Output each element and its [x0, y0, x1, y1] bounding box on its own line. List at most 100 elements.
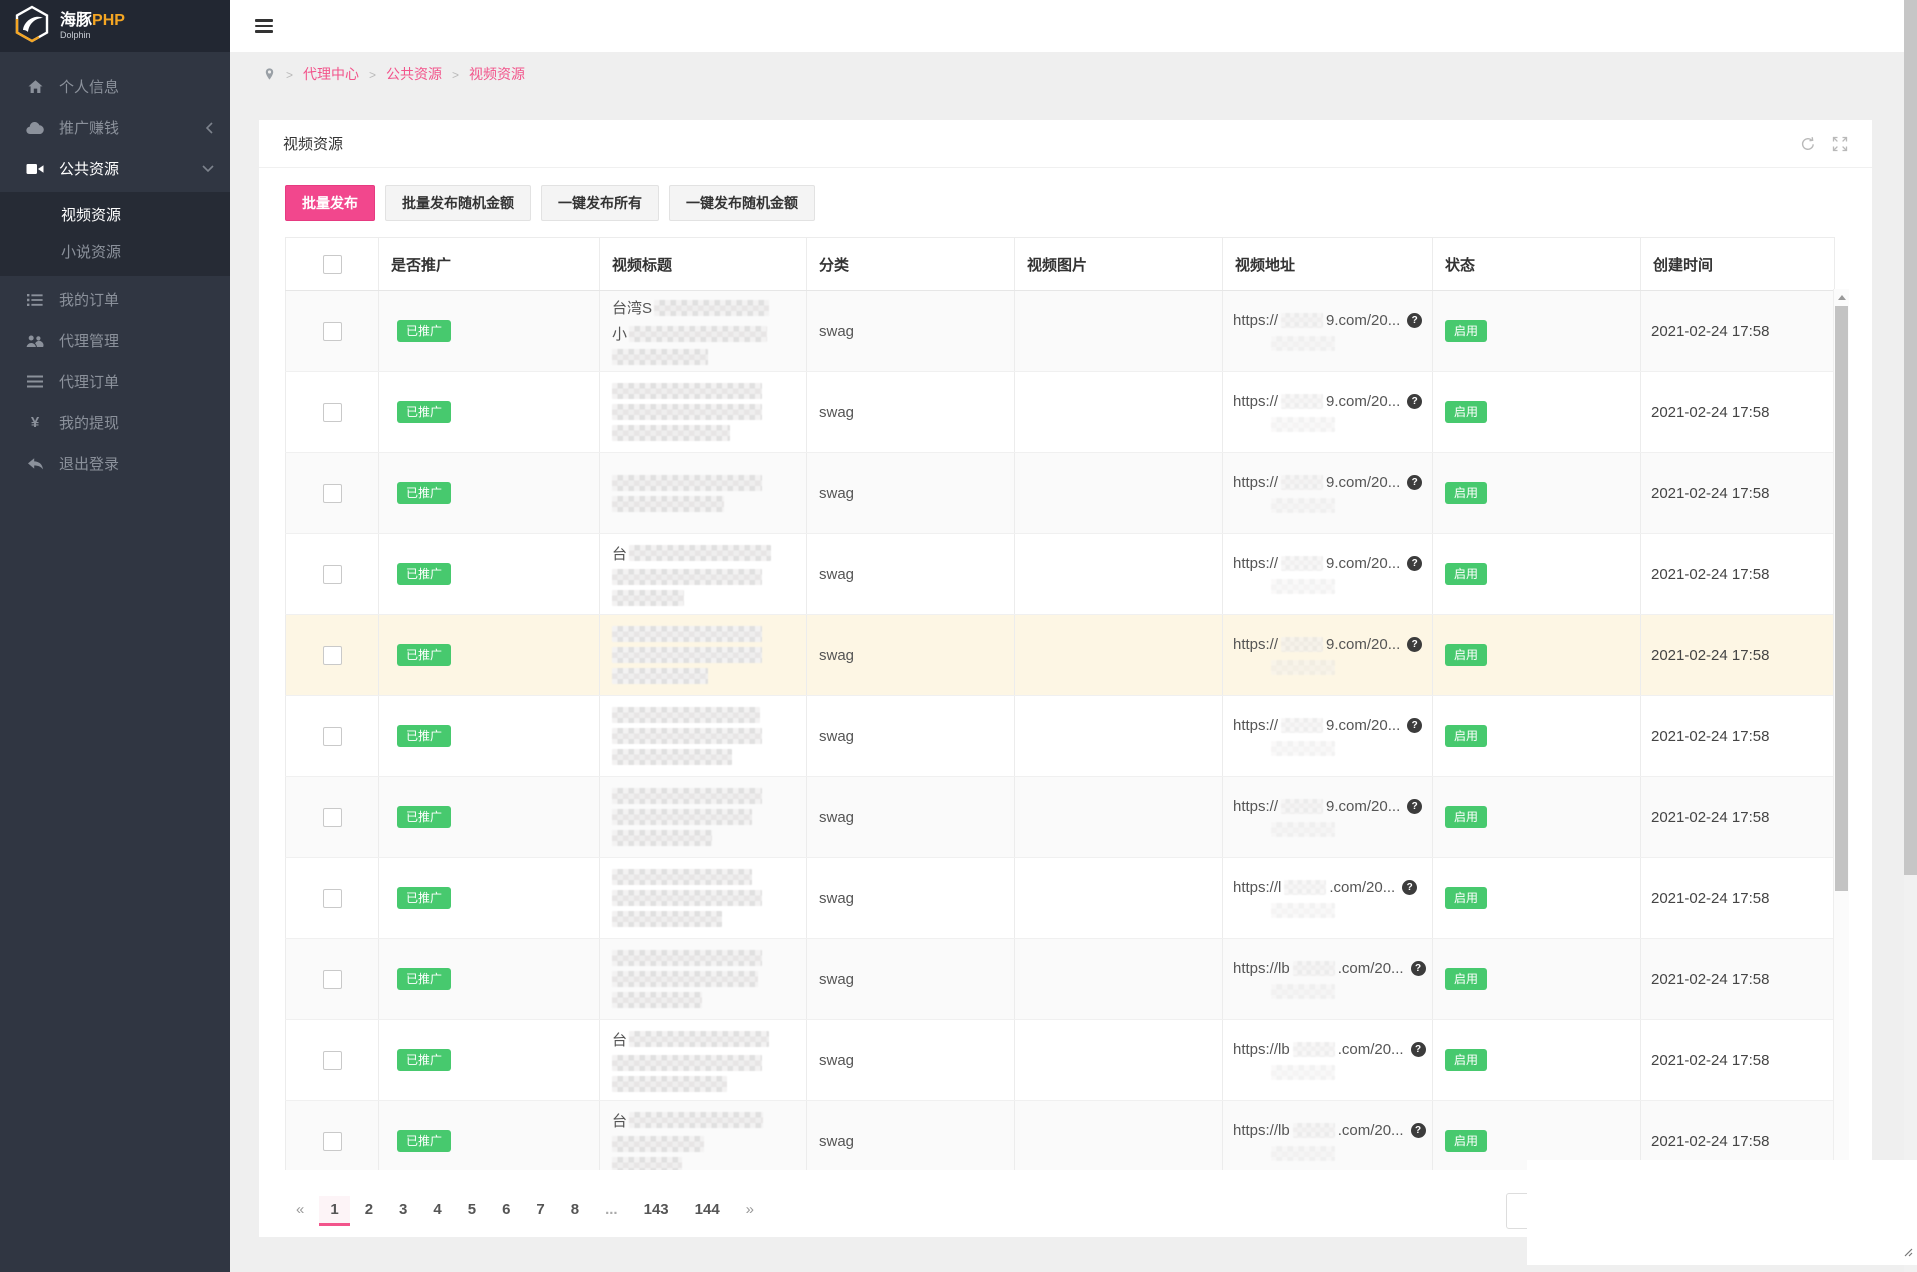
table-row: 已推广 swag https://9.com/20... ? 启用 2021-0…	[286, 615, 1835, 696]
toolbar-button[interactable]: 批量发布	[285, 185, 375, 221]
toolbar-button[interactable]: 批量发布随机金额	[385, 185, 531, 221]
promoted-badge: 已推广	[397, 320, 451, 342]
page-scrollbar-thumb[interactable]	[1904, 0, 1917, 875]
column-header: 是否推广	[379, 238, 600, 291]
sidebar-item[interactable]: 退出登录	[0, 443, 230, 484]
row-checkbox[interactable]	[323, 808, 342, 827]
column-header: 创建时间	[1641, 238, 1835, 291]
pagination-item[interactable]: 3	[388, 1196, 418, 1223]
help-icon[interactable]: ?	[1407, 637, 1422, 652]
toolbar-button[interactable]: 一键发布随机金额	[669, 185, 815, 221]
hamburger-menu-icon[interactable]	[255, 16, 273, 36]
sidebar-item[interactable]: 推广赚钱	[0, 107, 230, 148]
pagination-item[interactable]: »	[735, 1196, 765, 1223]
pagination-item[interactable]: 6	[491, 1196, 521, 1223]
chevron-left-icon	[205, 122, 214, 134]
video-image-cell	[1015, 939, 1223, 1020]
video-url-cell: https://9.com/20... ?	[1223, 453, 1433, 534]
toolbar-button[interactable]: 一键发布所有	[541, 185, 659, 221]
fullscreen-icon[interactable]	[1832, 136, 1848, 152]
row-checkbox[interactable]	[323, 727, 342, 746]
breadcrumb-items: >代理中心>公共资源>视频资源	[276, 64, 525, 84]
table-row: 已推广 swag https://9.com/20... ? 启用 2021-0…	[286, 777, 1835, 858]
pagination-item[interactable]: 1	[319, 1196, 349, 1226]
video-title-censored	[600, 626, 806, 684]
chevron-down-icon	[202, 164, 214, 173]
breadcrumb-link[interactable]: 视频资源	[469, 66, 525, 82]
pagination-item[interactable]: «	[285, 1196, 315, 1223]
status-badge: 启用	[1445, 968, 1487, 990]
sidebar-item[interactable]: 我的订单	[0, 279, 230, 320]
sidebar-subitem[interactable]: 小说资源	[0, 234, 230, 271]
video-image-cell	[1015, 453, 1223, 534]
column-header: 视频图片	[1015, 238, 1223, 291]
pagination-item[interactable]: 8	[560, 1196, 590, 1223]
help-icon[interactable]: ?	[1411, 1123, 1426, 1138]
sidebar-subitem[interactable]: 视频资源	[0, 197, 230, 234]
sidebar-submenu: 视频资源小说资源	[0, 192, 230, 276]
sidebar-item[interactable]: 代理订单	[0, 361, 230, 402]
pagination-item[interactable]: 4	[422, 1196, 452, 1223]
sidebar-item-label: 代理订单	[59, 371, 119, 392]
pagination-item[interactable]: 143	[633, 1196, 680, 1223]
resize-grip-icon	[1904, 1244, 1913, 1262]
app-logo[interactable]: 海豚PHP Dolphin	[0, 0, 230, 52]
page-scrollbar[interactable]	[1904, 0, 1917, 1272]
scroll-up-arrow-icon[interactable]	[1834, 289, 1849, 305]
help-icon[interactable]: ?	[1407, 475, 1422, 490]
sidebar-item[interactable]: ¥ 我的提现	[0, 402, 230, 443]
sidebar-item-label: 推广赚钱	[59, 117, 119, 138]
top-bar	[230, 0, 1917, 52]
pagination-item[interactable]: 144	[684, 1196, 731, 1223]
table-scrollbar[interactable]	[1833, 289, 1849, 1170]
row-checkbox[interactable]	[323, 646, 342, 665]
sidebar-item[interactable]: 公共资源	[0, 148, 230, 189]
category-cell: swag	[807, 534, 1015, 615]
status-badge: 启用	[1445, 887, 1487, 909]
help-icon[interactable]: ?	[1411, 1042, 1426, 1057]
category-cell: swag	[807, 615, 1015, 696]
video-url-cell: https://l.com/20... ?	[1223, 858, 1433, 939]
category-cell: swag	[807, 291, 1015, 372]
users-icon	[24, 334, 46, 348]
row-checkbox[interactable]	[323, 889, 342, 908]
help-icon[interactable]: ?	[1407, 394, 1422, 409]
help-icon[interactable]: ?	[1411, 961, 1426, 976]
row-checkbox[interactable]	[323, 565, 342, 584]
table-row: 已推广 台湾S小 swag https://9.com/20... ? 启用 2…	[286, 291, 1835, 372]
created-time-cell: 2021-02-24 17:58	[1641, 939, 1835, 1020]
breadcrumb-link[interactable]: 代理中心	[303, 66, 359, 82]
category-cell: swag	[807, 1020, 1015, 1101]
sidebar-item[interactable]: 个人信息	[0, 66, 230, 107]
sidebar-item[interactable]: 代理管理	[0, 320, 230, 361]
row-checkbox[interactable]	[323, 322, 342, 341]
category-cell: swag	[807, 777, 1015, 858]
pagination-item[interactable]: 2	[354, 1196, 384, 1223]
help-icon[interactable]: ?	[1407, 799, 1422, 814]
help-icon[interactable]: ?	[1407, 718, 1422, 733]
refresh-icon[interactable]	[1800, 136, 1816, 152]
promoted-badge: 已推广	[397, 887, 451, 909]
pagination-item[interactable]: 7	[525, 1196, 555, 1223]
help-icon[interactable]: ?	[1407, 556, 1422, 571]
video-url-cell: https://lb.com/20... ?	[1223, 1020, 1433, 1101]
panel-title: 视频资源	[283, 133, 343, 154]
logo-text-cn: 海豚	[60, 12, 92, 29]
blank-overlay	[1527, 1160, 1917, 1265]
location-pin-icon	[263, 66, 276, 82]
help-icon[interactable]: ?	[1402, 880, 1417, 895]
help-icon[interactable]: ?	[1407, 313, 1422, 328]
row-checkbox[interactable]	[323, 970, 342, 989]
video-image-cell	[1015, 534, 1223, 615]
status-badge: 启用	[1445, 320, 1487, 342]
table-scrollbar-thumb[interactable]	[1835, 306, 1848, 891]
status-badge: 启用	[1445, 401, 1487, 423]
pagination-item[interactable]: 5	[457, 1196, 487, 1223]
select-all-checkbox[interactable]	[323, 255, 342, 274]
row-checkbox[interactable]	[323, 403, 342, 422]
row-checkbox[interactable]	[323, 1132, 342, 1151]
yen-icon: ¥	[24, 415, 46, 430]
row-checkbox[interactable]	[323, 1051, 342, 1070]
row-checkbox[interactable]	[323, 484, 342, 503]
breadcrumb-link[interactable]: 公共资源	[386, 66, 442, 82]
